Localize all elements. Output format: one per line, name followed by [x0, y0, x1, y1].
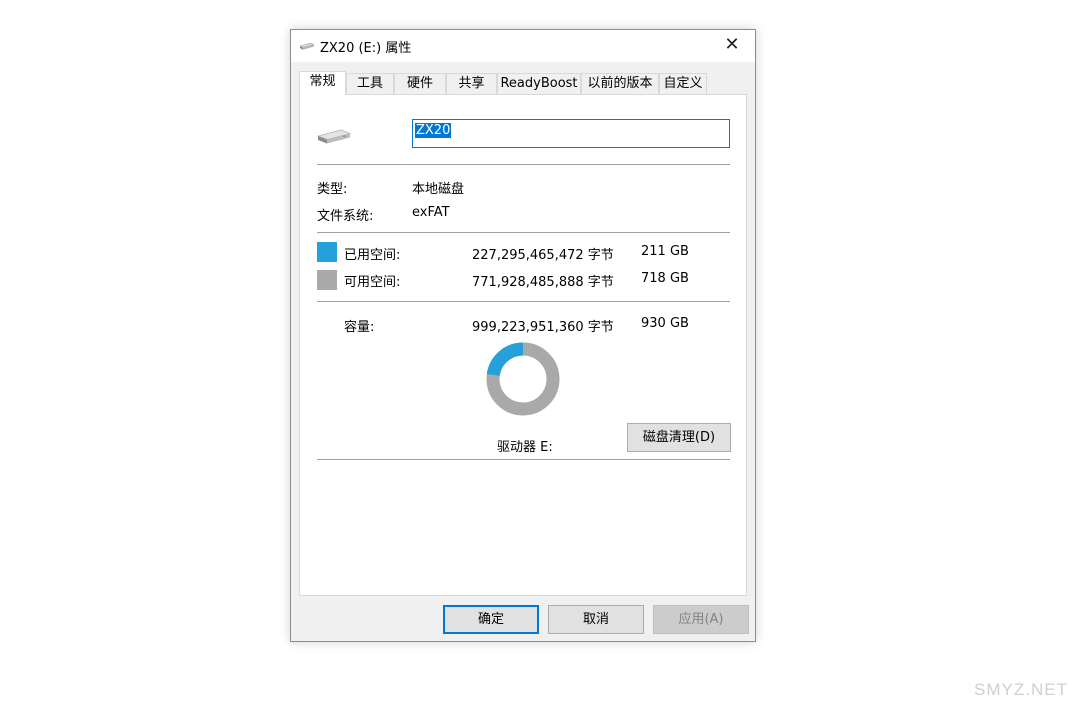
- drive-icon: [299, 42, 315, 50]
- tab-customize[interactable]: 自定义: [659, 73, 707, 94]
- usage-donut-chart: [486, 342, 560, 416]
- type-value: 本地磁盘: [412, 182, 465, 197]
- filesystem-value: exFAT: [412, 205, 450, 220]
- close-button[interactable]: ✕: [709, 30, 755, 62]
- used-space-label: 已用空间:: [344, 248, 401, 263]
- drive-name-input[interactable]: ZX20: [412, 119, 730, 148]
- drive-letter-label: 驱动器 E:: [497, 440, 553, 455]
- used-space-size: 211 GB: [641, 244, 689, 259]
- tab-general[interactable]: 常规: [299, 71, 346, 95]
- divider: [317, 301, 730, 302]
- capacity-bytes: 999,223,951,360 字节: [472, 320, 614, 335]
- ok-button[interactable]: 确定: [443, 605, 539, 634]
- general-panel: ZX20 类型: 本地磁盘 文件系统: exFAT 已用空间: 227,295,…: [299, 94, 747, 596]
- type-label: 类型:: [317, 182, 348, 197]
- free-space-label: 可用空间:: [344, 275, 401, 290]
- free-space-bytes: 771,928,485,888 字节: [472, 275, 614, 290]
- apply-button[interactable]: 应用(A): [653, 605, 749, 634]
- drive-icon: [317, 129, 351, 144]
- tab-sharing[interactable]: 共享: [446, 73, 497, 94]
- tab-previous-versions[interactable]: 以前的版本: [581, 73, 659, 94]
- capacity-label: 容量:: [344, 320, 375, 335]
- divider: [317, 232, 730, 233]
- capacity-size: 930 GB: [641, 316, 689, 331]
- divider: [317, 164, 730, 165]
- free-space-size: 718 GB: [641, 271, 689, 286]
- cancel-button[interactable]: 取消: [548, 605, 644, 634]
- tab-hardware[interactable]: 硬件: [394, 73, 446, 94]
- tab-tools[interactable]: 工具: [346, 73, 394, 94]
- window-title: ZX20 (E:) 属性: [320, 41, 412, 56]
- disk-cleanup-button[interactable]: 磁盘清理(D): [627, 423, 731, 452]
- used-space-swatch: [317, 242, 337, 262]
- divider: [317, 459, 730, 460]
- filesystem-label: 文件系统:: [317, 209, 374, 224]
- drive-name-value: ZX20: [415, 123, 452, 138]
- used-space-bytes: 227,295,465,472 字节: [472, 248, 614, 263]
- close-icon: ✕: [724, 34, 740, 55]
- free-space-swatch: [317, 270, 337, 290]
- watermark: SMYZ.NET: [974, 680, 1068, 699]
- tab-readyboost[interactable]: ReadyBoost: [497, 73, 581, 94]
- title-bar[interactable]: ZX20 (E:) 属性 ✕: [291, 30, 755, 62]
- properties-dialog: ZX20 (E:) 属性 ✕ 常规 工具 硬件 共享 ReadyBoost 以前…: [290, 29, 756, 642]
